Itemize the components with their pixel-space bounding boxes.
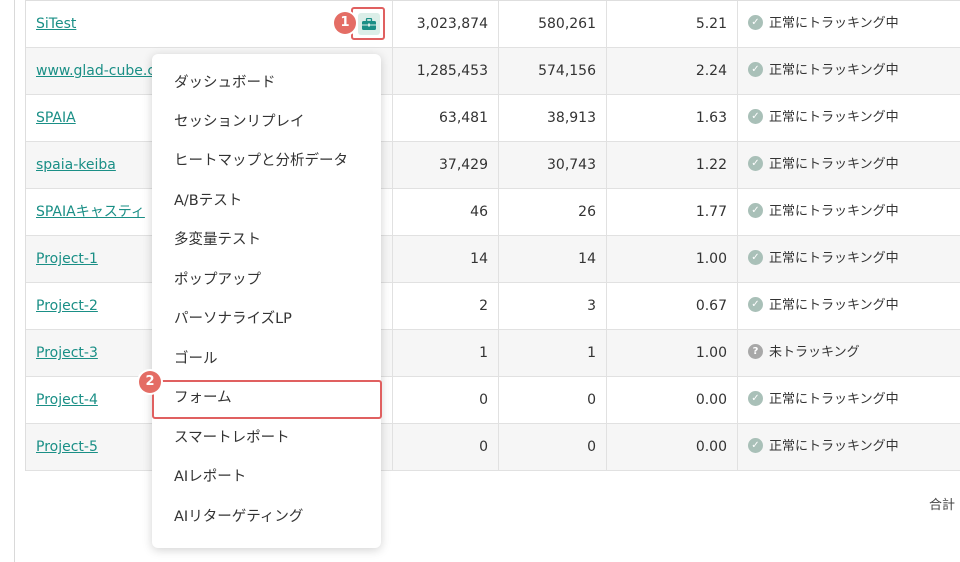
tracking-status-text: 正常にトラッキング中	[769, 110, 899, 125]
menu-item-session-replay[interactable]: セッションリプレイ	[174, 112, 305, 132]
check-circle-icon: ✓	[748, 15, 763, 30]
value-col1-cell: 1	[392, 330, 498, 376]
tracking-status-text: 正常にトラッキング中	[769, 392, 899, 407]
menu-item-smart-report[interactable]: スマートレポート	[174, 428, 290, 448]
site-name-link[interactable]: Project-3	[36, 345, 98, 361]
menu-item-popup[interactable]: ポップアップ	[174, 270, 261, 290]
step2-badge: 2	[139, 371, 161, 393]
menu-item-ai-report[interactable]: AIレポート	[174, 467, 246, 487]
value-col2-cell: 3	[498, 283, 606, 329]
site-name-link[interactable]: Project-2	[36, 298, 98, 314]
site-name-link[interactable]: Project-4	[36, 392, 98, 408]
menu-item-multivariate-test[interactable]: 多変量テスト	[174, 230, 261, 250]
tracking-status-text: 正常にトラッキング中	[769, 16, 899, 31]
value-col3-cell: 0.67	[606, 283, 737, 329]
value-col2-cell: 26	[498, 189, 606, 235]
menu-item-heatmap[interactable]: ヒートマップと分析データ	[174, 151, 348, 171]
value-col1-cell: 63,481	[392, 95, 498, 141]
value-col2-cell: 0	[498, 424, 606, 470]
tracking-status-cell: ✓ 正常にトラッキング中	[737, 1, 960, 47]
question-circle-icon: ?	[748, 344, 763, 359]
site-name-link[interactable]: Project-1	[36, 251, 98, 267]
value-col3-cell: 0.00	[606, 424, 737, 470]
check-circle-icon: ✓	[748, 438, 763, 453]
check-circle-icon: ✓	[748, 156, 763, 171]
site-action-menu: ダッシュボード セッションリプレイ ヒートマップと分析データ A/Bテスト 多変…	[152, 54, 381, 548]
check-circle-icon: ✓	[748, 297, 763, 312]
value-col2-cell: 38,913	[498, 95, 606, 141]
step2-highlight	[152, 380, 382, 419]
value-col2-cell: 1	[498, 330, 606, 376]
value-col3-cell: 1.63	[606, 95, 737, 141]
value-col2-cell: 30,743	[498, 142, 606, 188]
value-col1-cell: 0	[392, 424, 498, 470]
check-circle-icon: ✓	[748, 62, 763, 77]
tracking-status-text: 正常にトラッキング中	[769, 204, 899, 219]
tracking-status-text: 正常にトラッキング中	[769, 251, 899, 266]
value-col3-cell: 1.77	[606, 189, 737, 235]
tracking-status-cell: ✓ 正常にトラッキング中	[737, 189, 960, 235]
site-name-link[interactable]: Project-5	[36, 439, 98, 455]
tracking-status-cell: ✓ 正常にトラッキング中	[737, 95, 960, 141]
menu-item-ab-test[interactable]: A/Bテスト	[174, 191, 242, 211]
value-col1-cell: 37,429	[392, 142, 498, 188]
menu-item-goal[interactable]: ゴール	[174, 349, 218, 369]
check-circle-icon: ✓	[748, 203, 763, 218]
tracking-status-text: 正常にトラッキング中	[769, 63, 899, 78]
site-name-link[interactable]: SPAIAキャスティ	[36, 204, 145, 220]
value-col1-cell: 3,023,874	[392, 1, 498, 47]
value-col2-cell: 14	[498, 236, 606, 282]
site-name-link[interactable]: www.glad-cube.c	[36, 63, 155, 79]
tracking-status-text: 正常にトラッキング中	[769, 157, 899, 172]
value-col3-cell: 1.00	[606, 330, 737, 376]
value-col3-cell: 1.00	[606, 236, 737, 282]
site-name-link[interactable]: spaia-keiba	[36, 157, 116, 173]
value-col2-cell: 574,156	[498, 48, 606, 94]
page-left-border	[14, 0, 15, 562]
site-name-link[interactable]: SPAIA	[36, 110, 76, 126]
tracking-status-cell: ✓ 正常にトラッキング中	[737, 283, 960, 329]
value-col1-cell: 0	[392, 377, 498, 423]
step1-highlight	[351, 7, 385, 40]
value-col3-cell: 5.21	[606, 1, 737, 47]
tracking-status-text: 正常にトラッキング中	[769, 298, 899, 313]
value-col1-cell: 14	[392, 236, 498, 282]
tracking-status-cell: ✓ 正常にトラッキング中	[737, 236, 960, 282]
tracking-status-cell: ✓ 正常にトラッキング中	[737, 424, 960, 470]
value-col2-cell: 580,261	[498, 1, 606, 47]
menu-item-dashboard[interactable]: ダッシュボード	[174, 73, 276, 93]
site-name-link[interactable]: SiTest	[36, 16, 76, 32]
value-col1-cell: 2	[392, 283, 498, 329]
menu-item-personalize-lp[interactable]: パーソナライズLP	[174, 309, 292, 329]
tracking-status-text: 正常にトラッキング中	[769, 439, 899, 454]
value-col3-cell: 1.22	[606, 142, 737, 188]
value-col3-cell: 0.00	[606, 377, 737, 423]
value-col1-cell: 46	[392, 189, 498, 235]
table-row: SiTest 3,023,874 580,261 5.21 ✓ 正常にトラッキング中	[26, 1, 960, 48]
value-col3-cell: 2.24	[606, 48, 737, 94]
tracking-status-text: 未トラッキング	[769, 345, 860, 360]
total-label: 合計	[929, 498, 956, 513]
menu-item-ai-retargeting[interactable]: AIリターゲティング	[174, 507, 303, 527]
check-circle-icon: ✓	[748, 391, 763, 406]
tracking-status-cell: ✓ 正常にトラッキング中	[737, 48, 960, 94]
tracking-status-cell: ? 未トラッキング	[737, 330, 960, 376]
tracking-status-cell: ✓ 正常にトラッキング中	[737, 377, 960, 423]
value-col1-cell: 1,285,453	[392, 48, 498, 94]
value-col2-cell: 0	[498, 377, 606, 423]
step1-badge: 1	[334, 12, 356, 34]
tracking-status-cell: ✓ 正常にトラッキング中	[737, 142, 960, 188]
check-circle-icon: ✓	[748, 109, 763, 124]
check-circle-icon: ✓	[748, 250, 763, 265]
